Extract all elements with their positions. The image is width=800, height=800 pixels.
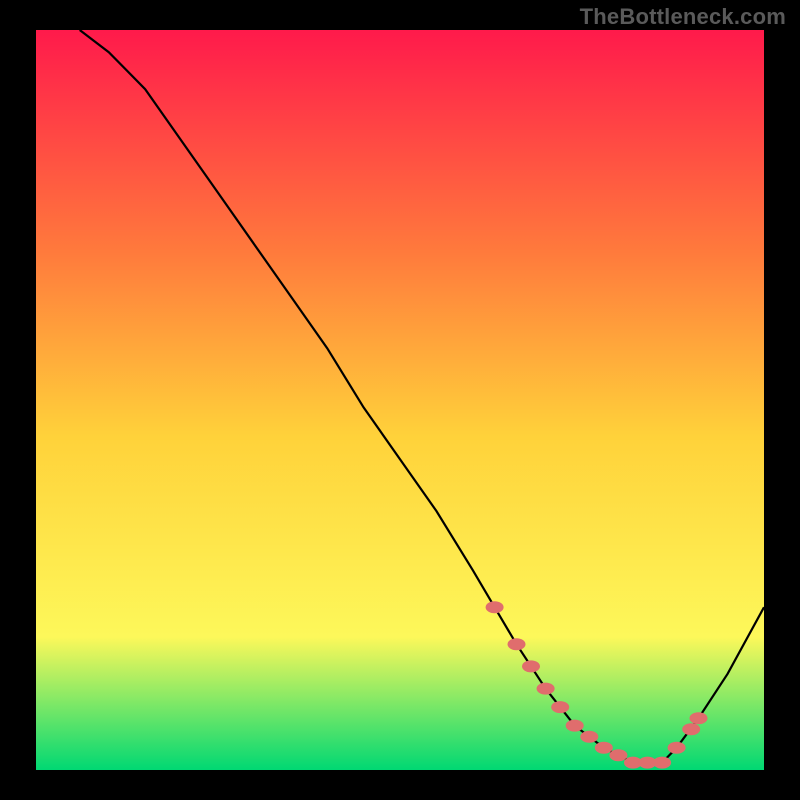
highlight-dot <box>580 731 598 743</box>
highlight-dot <box>609 749 627 761</box>
highlight-dot <box>551 701 569 713</box>
plot-area <box>36 30 764 770</box>
watermark-text: TheBottleneck.com <box>580 4 786 30</box>
chart-frame: TheBottleneck.com <box>0 0 800 800</box>
gradient-background <box>36 30 764 770</box>
highlight-dot <box>668 742 686 754</box>
highlight-dot <box>537 683 555 695</box>
highlight-dot <box>486 601 504 613</box>
highlight-dot <box>508 638 526 650</box>
highlight-dot <box>595 742 613 754</box>
highlight-dot <box>522 660 540 672</box>
highlight-dot <box>566 720 584 732</box>
chart-svg <box>36 30 764 770</box>
highlight-dot <box>690 712 708 724</box>
highlight-dot <box>653 757 671 769</box>
highlight-dot <box>682 723 700 735</box>
